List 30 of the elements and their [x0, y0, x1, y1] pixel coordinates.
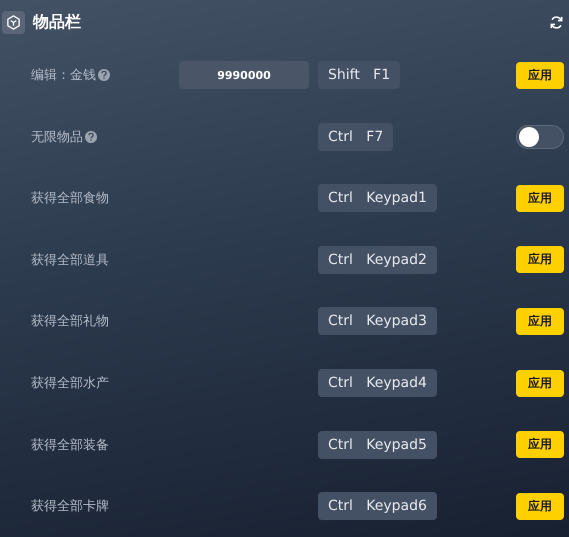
hotkey-label: Ctrl Keypad6	[318, 492, 437, 520]
row-label: 无限物品	[31, 128, 83, 146]
row-label: 获得全部礼物	[31, 313, 109, 330]
value-field[interactable]: 9990000	[179, 61, 309, 90]
row-label: 编辑：金钱	[31, 67, 96, 84]
help-icon[interactable]	[85, 130, 97, 143]
cube-icon	[2, 10, 25, 34]
hotkey-label: Ctrl Keypad5	[318, 430, 437, 459]
panel-title: 物品栏	[33, 12, 82, 33]
hotkey-label: Shift F1	[318, 61, 400, 90]
hotkey-label: Ctrl F7	[318, 122, 394, 151]
toggle-switch[interactable]	[516, 124, 564, 149]
apply-button[interactable]: 应用	[516, 492, 564, 520]
apply-button[interactable]: 应用	[516, 184, 564, 212]
apply-button[interactable]: 应用	[516, 431, 564, 458]
refresh-icon[interactable]	[549, 14, 564, 30]
help-icon[interactable]	[98, 69, 110, 82]
row-label: 获得全部食物	[31, 190, 109, 208]
hotkey-label: Ctrl Keypad3	[318, 307, 437, 336]
apply-button[interactable]: 应用	[516, 62, 564, 89]
row-label: 获得全部道具	[31, 252, 109, 269]
apply-button[interactable]: 应用	[516, 246, 564, 274]
apply-button[interactable]: 应用	[516, 370, 564, 397]
hotkey-label: Ctrl Keypad4	[318, 369, 437, 398]
hotkey-label: Ctrl Keypad2	[318, 246, 437, 274]
row-label: 获得全部装备	[31, 436, 109, 454]
hotkey-label: Ctrl Keypad1	[318, 184, 437, 212]
row-label: 获得全部水产	[31, 375, 109, 392]
apply-button[interactable]: 应用	[516, 308, 564, 335]
row-label: 获得全部卡牌	[31, 498, 109, 516]
